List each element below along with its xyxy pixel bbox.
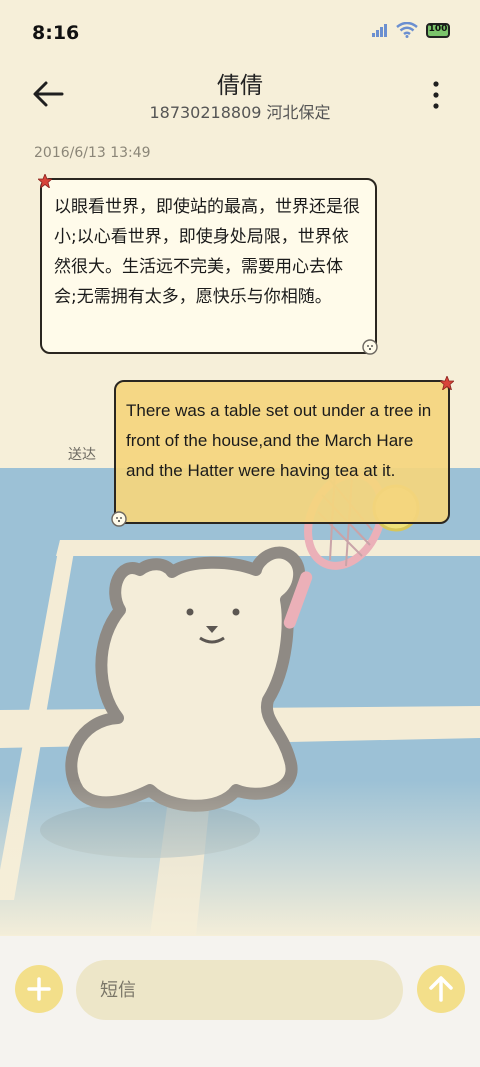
bear-sticker-icon <box>362 339 378 355</box>
bear-sticker-icon <box>111 511 127 527</box>
message-text: There was a table set out under a tree i… <box>126 401 432 480</box>
signal-icon <box>372 24 387 37</box>
battery-level: 100 <box>428 23 448 34</box>
delivery-status: 送达 <box>68 447 96 463</box>
add-attachment-button[interactable] <box>15 965 63 1013</box>
wifi-icon <box>396 22 418 38</box>
compose-bar <box>0 936 480 1067</box>
send-button[interactable] <box>417 965 465 1013</box>
plus-icon <box>27 977 51 1001</box>
status-icons: 100 <box>372 22 450 38</box>
conversation-header: 倩倩 18730218809 河北保定 <box>0 64 480 134</box>
message-timestamp: 2016/6/13 13:49 <box>34 145 151 161</box>
incoming-message-bubble[interactable]: 以眼看世界，即使站的最高，世界还是很小;以心看世界，即使身处局限，世界依然很大。… <box>38 174 378 355</box>
more-vertical-icon <box>433 81 439 109</box>
status-time: 8:16 <box>32 22 80 44</box>
message-text: 以眼看世界，即使站的最高，世界还是很小;以心看世界，即使身处局限，世界依然很大。… <box>54 197 360 307</box>
star-sticker-icon <box>38 174 52 188</box>
more-options-button[interactable] <box>428 78 444 112</box>
outgoing-message-bubble[interactable]: There was a table set out under a tree i… <box>111 376 454 527</box>
battery-icon: 100 <box>426 22 450 38</box>
contact-name: 倩倩 <box>217 73 263 99</box>
arrow-up-icon <box>429 976 453 1002</box>
status-bar: 8:16 100 <box>0 0 480 64</box>
contact-phone-location: 18730218809 河北保定 <box>149 103 331 122</box>
star-sticker-icon <box>440 376 454 390</box>
message-input[interactable] <box>76 960 403 1020</box>
